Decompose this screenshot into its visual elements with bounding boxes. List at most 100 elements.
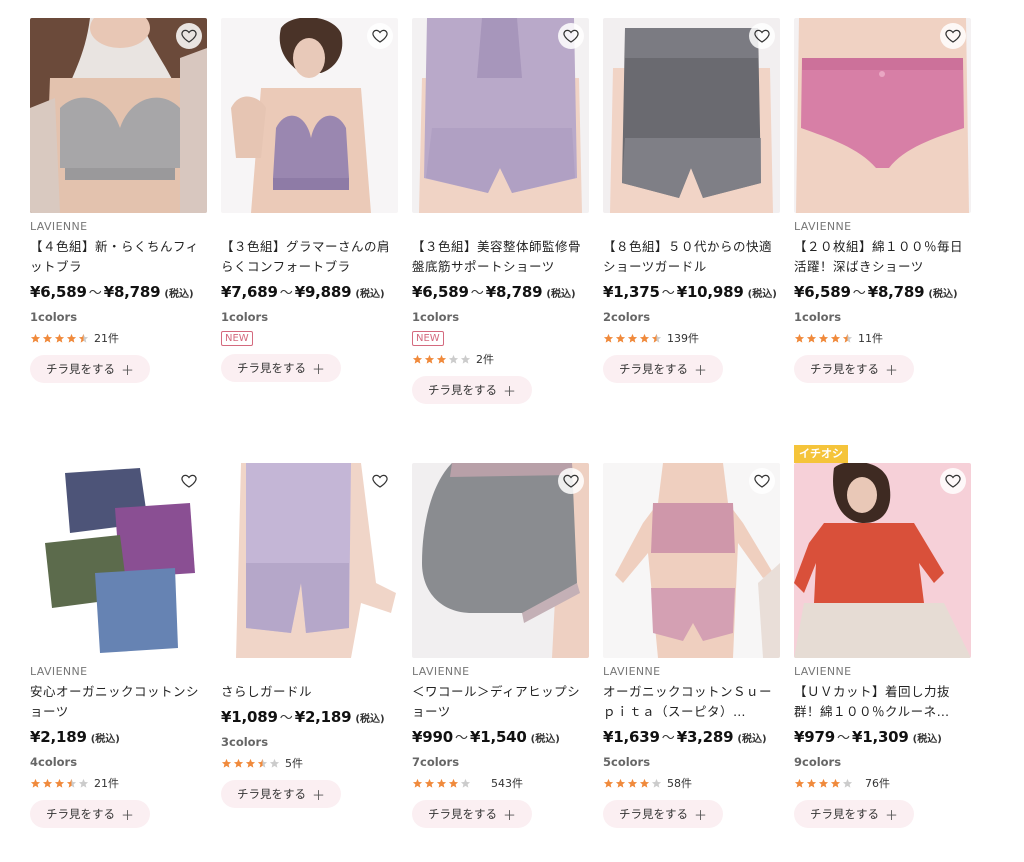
product-image[interactable] [794,18,971,213]
quick-view-button[interactable]: チラ見をする＋ [221,780,342,808]
plus-icon: ＋ [503,384,517,400]
plus-icon: ＋ [312,362,326,378]
color-count: 4colors [30,755,78,769]
plus-icon: ＋ [121,363,135,379]
quick-view-button[interactable]: チラ見をする＋ [603,355,724,383]
product-card[interactable]: LAVIENNE 【４色組】新・らくちんフィットブラ ¥6,589 ～ ¥8,789… [30,18,207,383]
favorite-heart-icon[interactable] [940,23,966,49]
product-card[interactable]: 【８色組】５０代からの快適ショーツガードル ¥1,375 ～ ¥10,989 (税込)… [603,18,780,383]
quick-view-button[interactable]: チラ見をする＋ [794,355,915,383]
star-icon [245,758,256,768]
product-name[interactable]: 【４色組】新・らくちんフィットブラ [30,237,207,277]
color-count: 3colors [221,735,269,749]
product-image[interactable] [30,463,207,658]
star-icon [842,333,853,343]
star-icon [651,333,662,343]
price-range: ¥7,689 ～ ¥9,889 (税込) [221,283,385,301]
price-range: ¥2,189 (税込) [30,728,120,746]
price-range: ¥990 ～ ¥1,540 (税込) [412,728,560,746]
product-card[interactable]: 【３色組】グラマーさんの肩らくコンフォートブラ ¥7,689 ～ ¥9,889 (税込… [221,18,398,382]
star-icon [603,778,614,788]
product-image[interactable] [412,463,589,658]
product-name[interactable]: 【２０枚組】綿１００％毎日活躍！深ばきショーツ [794,237,971,277]
color-count: 9colors [794,755,842,769]
brand-name [221,220,398,234]
rating: 139件 [603,329,780,347]
star-icon [818,333,829,343]
star-icon [66,778,77,788]
plus-icon: ＋ [694,808,708,824]
color-count: 5colors [603,755,651,769]
product-card[interactable]: LAVIENNE 【２０枚組】綿１００％毎日活躍！深ばきショーツ ¥6,589 ～… [794,18,971,383]
product-name[interactable]: 【３色組】グラマーさんの肩らくコンフォートブラ [221,237,398,277]
quick-view-button[interactable]: チラ見をする＋ [221,354,342,382]
favorite-heart-icon[interactable] [749,23,775,49]
star-icon [627,333,638,343]
review-count: 21件 [94,332,119,345]
plus-icon: ＋ [885,363,899,379]
rating: 543件 [412,774,589,792]
product-card[interactable]: イチオシ LAVIENNE 【ＵＶカット】着回し力抜群！綿１００％クルーネ… ¥… [794,445,971,828]
star-icon [603,333,614,343]
product-name[interactable]: 【ＵＶカット】着回し力抜群！綿１００％クルーネ… [794,682,971,722]
quick-view-button[interactable]: チラ見をする＋ [603,800,724,828]
star-icon [794,333,805,343]
product-image[interactable] [794,463,971,658]
star-icon [436,778,447,788]
favorite-heart-icon[interactable] [367,23,393,49]
product-card[interactable]: LAVIENNE ＜ワコール＞ディアヒップショーツ ¥990 ～ ¥1,540 (税込… [412,463,589,828]
price-range: ¥6,589 ～ ¥8,789 (税込) [412,283,576,301]
star-icon [830,333,841,343]
product-name[interactable]: ＜ワコール＞ディアヒップショーツ [412,682,589,722]
favorite-heart-icon[interactable] [176,468,202,494]
review-count: 58件 [667,777,692,790]
quick-view-button[interactable]: チラ見をする＋ [412,376,533,404]
star-icon [221,758,232,768]
star-icon [615,778,626,788]
review-count: 5件 [285,757,303,770]
color-count: 7colors [412,755,460,769]
product-image[interactable] [603,463,780,658]
rating: 76件 [794,774,971,792]
product-image[interactable] [221,18,398,213]
star-icon [806,778,817,788]
price-range: ¥1,375 ～ ¥10,989 (税込) [603,283,777,301]
quick-view-button[interactable]: チラ見をする＋ [412,800,533,828]
product-card[interactable]: さらしガードル ¥1,089 ～ ¥2,189 (税込) 3colors 5件 チラ見… [221,463,398,808]
product-name[interactable]: 【３色組】美容整体師監修骨盤底筋サポートショーツ [412,237,589,277]
review-count: 543件 [491,777,523,790]
quick-view-button[interactable]: チラ見をする＋ [30,355,151,383]
product-image[interactable] [30,18,207,213]
star-icon [54,778,65,788]
rating: 58件 [603,774,780,792]
review-count: 139件 [667,332,699,345]
color-count: 1colors [794,310,842,324]
product-image[interactable] [603,18,780,213]
star-icon [639,778,650,788]
quick-view-button[interactable]: チラ見をする＋ [30,800,151,828]
favorite-heart-icon[interactable] [940,468,966,494]
plus-icon: ＋ [885,808,899,824]
favorite-heart-icon[interactable] [558,23,584,49]
brand-name [412,220,589,234]
price-range: ¥6,589 ～ ¥8,789 (税込) [30,283,194,301]
product-card[interactable]: LAVIENNE 安心オーガニックコットンショーツ ¥2,189 (税込) 4co… [30,463,207,828]
product-name[interactable]: 【８色組】５０代からの快適ショーツガードル [603,237,780,277]
favorite-heart-icon[interactable] [558,468,584,494]
product-name[interactable]: 安心オーガニックコットンショーツ [30,682,207,722]
product-card[interactable]: LAVIENNE オーガニックコットンＳｕーｐｉｔａ（スーピタ）… ¥1,639… [603,463,780,828]
star-icon [651,778,662,788]
star-icon [412,778,423,788]
plus-icon: ＋ [121,808,135,824]
favorite-heart-icon[interactable] [367,468,393,494]
star-icon [615,333,626,343]
favorite-heart-icon[interactable] [176,23,202,49]
product-card[interactable]: 【３色組】美容整体師監修骨盤底筋サポートショーツ ¥6,589 ～ ¥8,789 (税… [412,18,589,404]
quick-view-button[interactable]: チラ見をする＋ [794,800,915,828]
product-image[interactable] [412,18,589,213]
favorite-heart-icon[interactable] [749,468,775,494]
product-image[interactable] [221,463,398,658]
star-icon [830,778,841,788]
plus-icon: ＋ [503,808,517,824]
product-name[interactable]: オーガニックコットンＳｕーｐｉｔａ（スーピタ）… [603,682,780,722]
